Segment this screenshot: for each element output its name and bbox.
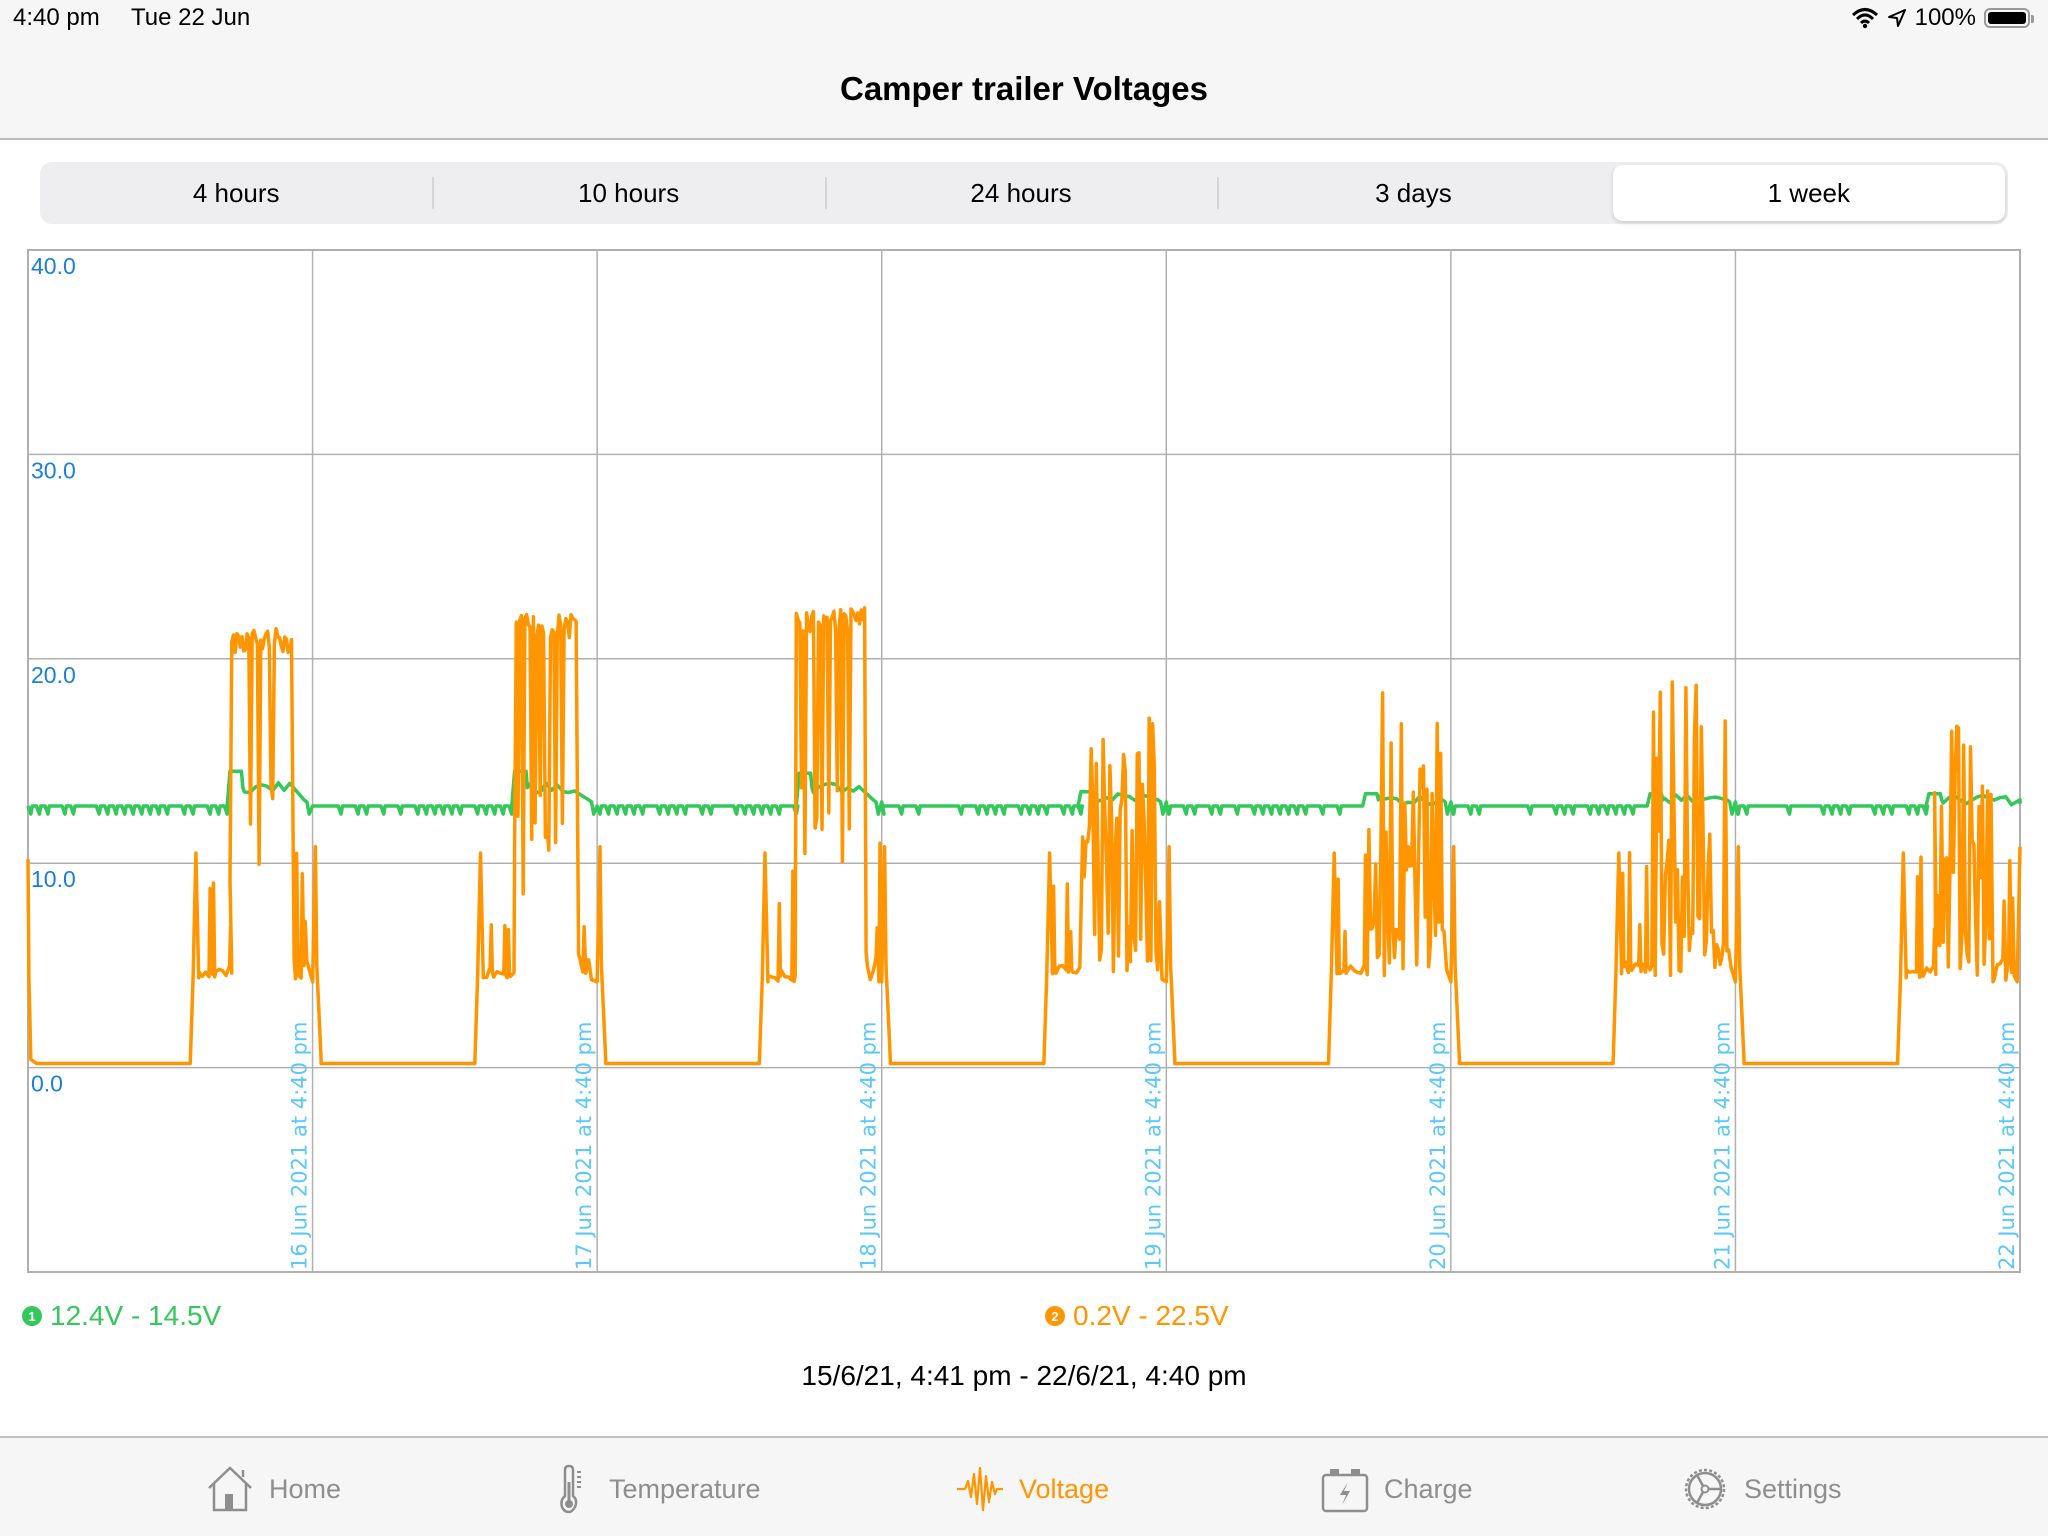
segment-3-days[interactable]: 3 days: [1217, 162, 1609, 224]
x-tick-label: 20 Jun 2021 at 4:40 pm: [1426, 1022, 1450, 1270]
tab-charge[interactable]: Charge: [1320, 1464, 1473, 1514]
battery-charge-icon: [1321, 1469, 1369, 1513]
tab-label: Temperature: [609, 1473, 761, 1504]
legend-series-2: 2 0.2V - 22.5V: [1045, 1300, 1229, 1332]
y-tick-label: 10.0: [31, 866, 76, 892]
status-date: Tue 22 Jun: [131, 4, 251, 31]
x-tick-label: 21 Jun 2021 at 4:40 pm: [1710, 1022, 1734, 1270]
y-tick-label: 20.0: [31, 662, 76, 688]
location-icon: [1887, 9, 1906, 27]
series-1-badge: 1: [22, 1306, 42, 1326]
voltage-chart: 40.0 30.0 20.0 10.0 0.0 16 Jun 2021 at 4:40 …: [26, 249, 2022, 1273]
battery-percent: 100%: [1914, 4, 1976, 31]
status-indicators: 100%: [1851, 4, 2034, 32]
x-tick-label: 18 Jun 2021 at 4:40 pm: [857, 1022, 881, 1270]
tab-temperature[interactable]: Temperature: [545, 1464, 761, 1514]
tab-label: Voltage: [1019, 1473, 1110, 1504]
wifi-icon: [1851, 8, 1878, 29]
gear-icon: [1684, 1468, 1726, 1510]
y-tick-label: 30.0: [31, 457, 76, 483]
series-1-range: 12.4V - 14.5V: [50, 1300, 222, 1331]
tab-label: Settings: [1744, 1473, 1842, 1504]
segment-24-hours[interactable]: 24 hours: [824, 162, 1217, 224]
time-range-segmented-control: 4 hours 10 hours 24 hours 3 days 1 week: [40, 162, 2008, 224]
navigation-bar: Camper trailer Voltages: [0, 40, 2048, 140]
date-range-label: 15/6/21, 4:41 pm - 22/6/21, 4:40 pm: [801, 1360, 1247, 1391]
segment-label: 3 days: [1375, 177, 1452, 208]
y-tick-label: 0.0: [31, 1071, 63, 1097]
battery-icon: [1984, 8, 2034, 28]
x-tick-label: 22 Jun 2021 at 4:40 pm: [1995, 1022, 2019, 1270]
waveform-icon: [957, 1466, 1003, 1512]
series-2-range: 0.2V - 22.5V: [1073, 1300, 1229, 1331]
segment-label: 24 hours: [970, 177, 1072, 208]
tab-home[interactable]: Home: [205, 1464, 341, 1514]
tab-label: Charge: [1384, 1473, 1473, 1504]
status-time: 4:40 pm: [13, 4, 100, 31]
thermometer-icon: [560, 1464, 581, 1514]
segment-label: 10 hours: [578, 177, 680, 208]
segment-label: 1 week: [1767, 177, 1851, 208]
page-title: Camper trailer Voltages: [839, 70, 1209, 107]
status-bar: 4:40 pm Tue 22 Jun 100%: [0, 0, 2048, 40]
legend-series-1: 1 12.4V - 14.5V: [22, 1300, 221, 1332]
segment-1-week[interactable]: 1 week: [1612, 165, 2006, 221]
y-tick-label: 40.0: [31, 253, 76, 279]
segment-10-hours[interactable]: 10 hours: [432, 162, 824, 224]
tab-label: Home: [269, 1473, 342, 1504]
x-tick-label: 16 Jun 2021 at 4:40 pm: [288, 1022, 312, 1270]
x-tick-label: 19 Jun 2021 at 4:40 pm: [1141, 1022, 1165, 1270]
tab-settings[interactable]: Settings: [1680, 1464, 1842, 1514]
home-icon: [208, 1466, 252, 1512]
series-2-badge: 2: [1045, 1306, 1065, 1326]
tab-bar: Home Temperature Voltage Charge Settings: [0, 1436, 2048, 1536]
tab-voltage[interactable]: Voltage: [955, 1464, 1109, 1514]
segment-label: 4 hours: [192, 177, 280, 208]
segment-4-hours[interactable]: 4 hours: [40, 162, 432, 224]
x-tick-label: 17 Jun 2021 at 4:40 pm: [572, 1022, 596, 1270]
